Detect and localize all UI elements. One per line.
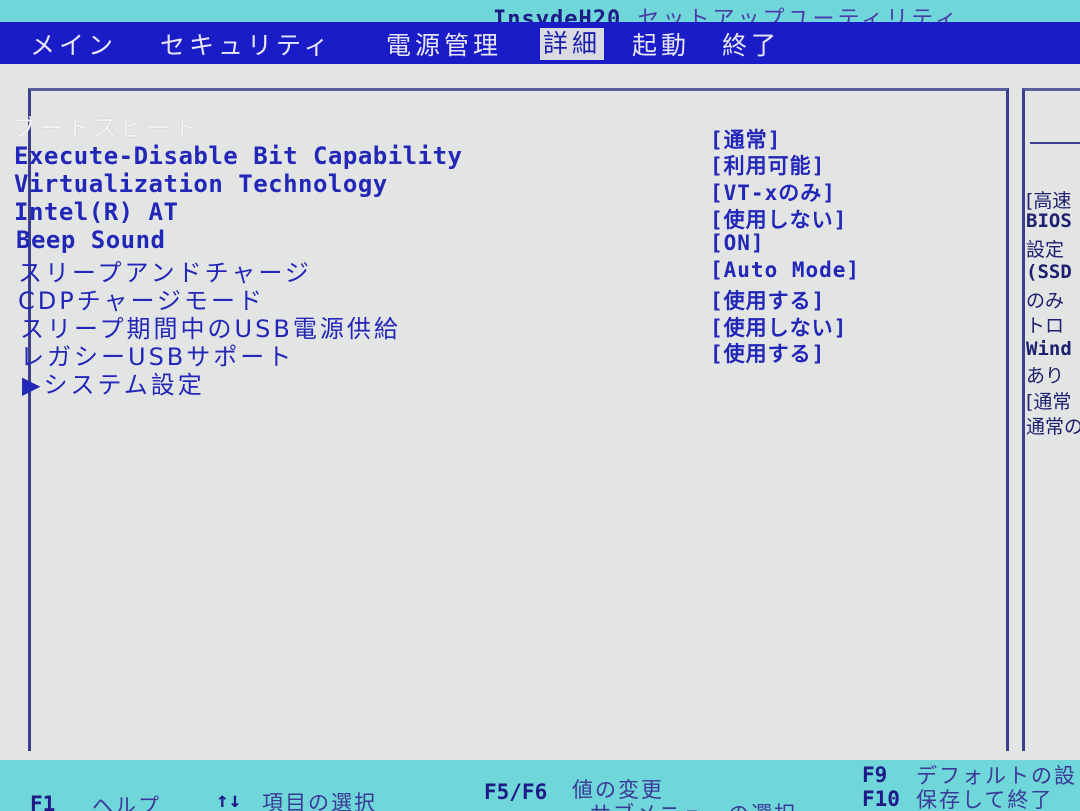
setting-intel-at-label[interactable]: Intel(R) AT [14,198,178,226]
setting-cdp-charge-value[interactable]: [使用する] [710,285,825,315]
bios-screen: InsydeH20 セットアップユーティリティ メイン セキュリティ 電源管理 … [0,0,1080,811]
key-f1: F1 [30,792,56,811]
help-line: [高速 [1026,190,1072,212]
setting-virtualization-value[interactable]: [VT-xのみ] [710,177,836,207]
help-line: 設定 [1026,239,1065,261]
key-f9: F9 [862,763,888,787]
tab-power[interactable]: 電源管理 [386,26,502,62]
help-divider [1030,142,1080,144]
tab-security[interactable]: セキュリティ [160,26,333,62]
key-legend-bar: F1 ヘルプ ↑↓ 項目の選択 F5/F6 値の変更 サブメニューの選択 F9 … [0,760,1080,811]
help-line: トロ [1026,315,1065,337]
help-line: Wind [1026,338,1072,360]
submenu-system-settings[interactable]: ▶システム設定 [22,365,205,400]
setting-legacy-usb-value[interactable]: [使用する] [710,338,825,368]
setting-sleep-charge-value[interactable]: [Auto Mode] [710,258,860,282]
key-arrows-desc: 項目の選択 [262,791,377,811]
setting-virtualization-label[interactable]: Virtualization Technology [14,170,388,198]
tab-exit[interactable]: 終了 [722,26,780,62]
setting-intel-at-value[interactable]: [使用しない] [710,204,847,234]
key-f10-desc: 保存して終了 [916,788,1054,811]
help-line: [通常 [1026,391,1072,413]
tab-main[interactable]: メイン [30,26,117,62]
tab-advanced[interactable]: 詳細 [540,28,605,60]
setting-beep-sound-value[interactable]: [ON] [710,231,765,255]
help-line: のみ [1026,290,1065,312]
setting-beep-sound-label[interactable]: Beep Sound [16,226,166,254]
help-line: あり [1026,365,1065,387]
setting-execute-disable-label[interactable]: Execute-Disable Bit Capability [14,142,462,170]
help-line: BIOS [1026,210,1072,232]
key-f10: F10 [862,787,900,811]
key-enter-desc: サブメニューの選択 [590,798,797,811]
key-arrows: ↑↓ [216,788,242,811]
key-f5-f6: F5/F6 [484,780,548,804]
title-bar: InsydeH20 セットアップユーティリティ [0,0,1080,32]
help-line: 通常の [1026,416,1080,438]
help-line: (SSD [1026,261,1072,283]
key-f1-desc: ヘルプ [92,794,161,811]
tab-boot[interactable]: 起動 [632,26,690,62]
setting-boot-speed-label[interactable]: ブートスピード [12,108,201,143]
menu-bar: メイン セキュリティ 電源管理 詳細 起動 終了 [0,22,1080,64]
setting-execute-disable-value[interactable]: [利用可能] [710,150,825,180]
